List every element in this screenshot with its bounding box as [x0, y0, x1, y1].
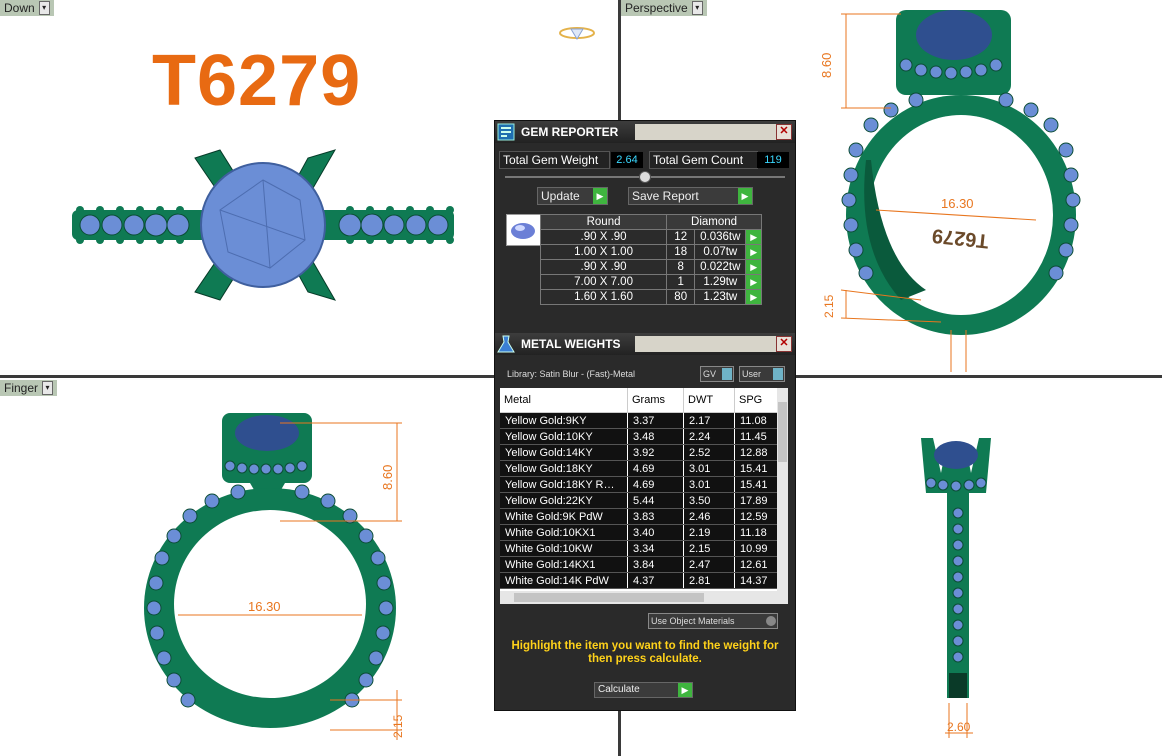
table-row[interactable]: White Gold:14KX1 3.84 2.47 12.61 [500, 556, 778, 573]
play-arrow-icon[interactable]: ▶ [745, 229, 762, 245]
chevron-down-icon[interactable]: ▾ [691, 1, 703, 15]
vertical-scrollbar[interactable] [777, 388, 788, 591]
gem-reporter-title: GEM REPORTER [521, 125, 619, 139]
total-gem-weight-label: Total Gem Weight [499, 151, 610, 169]
save-report-button[interactable]: Save Report ▶ [628, 187, 753, 205]
gem-col-shape: Round [539, 214, 668, 230]
metal-table: Metal Grams DWT SPG Yellow Gold:9KY 3.37 2… [500, 388, 778, 589]
title-grip[interactable] [635, 124, 789, 140]
scrollbar-thumb[interactable] [778, 402, 787, 462]
dim-side-width: 2.60 [947, 720, 971, 734]
total-gem-count-label: Total Gem Count [649, 151, 758, 169]
table-row[interactable]: White Gold:9K PdW 3.83 2.46 12.59 [500, 508, 778, 525]
play-arrow-icon[interactable]: ▶ [593, 188, 607, 204]
flask-icon [495, 333, 517, 355]
dim-perspective-height: 8.60 [819, 53, 834, 78]
gv-toggle[interactable]: GV [700, 366, 734, 382]
dim-front-band: 2.15 [391, 714, 405, 738]
gem-table: Round Diamond .90 X .90 12 0.036tw ▶ 1.00 X… [539, 214, 762, 305]
play-arrow-icon[interactable]: ▶ [745, 259, 762, 275]
library-label: Library: Satin Blur - (Fast)-Metal [507, 369, 636, 379]
table-row[interactable]: 1.60 X 1.60 80 1.23tw ▶ [539, 289, 762, 305]
gem-thumbnail-icon[interactable] [506, 214, 541, 246]
radio-indicator-icon [766, 616, 776, 626]
splitter-knob-icon[interactable] [639, 171, 651, 183]
small-ring-thumbnail-icon [559, 27, 595, 40]
table-row[interactable]: 1.00 X 1.00 18 0.07tw ▶ [539, 244, 762, 260]
table-row[interactable]: White Gold:10KX1 3.40 2.19 11.18 [500, 524, 778, 541]
calculate-button[interactable]: Calculate ▶ [594, 682, 693, 698]
table-row[interactable]: .90 X .90 12 0.036tw ▶ [539, 229, 762, 245]
table-row[interactable]: White Gold:14K PdW 4.37 2.81 14.37 [500, 572, 778, 589]
table-row[interactable]: Yellow Gold:10KY 3.48 2.24 11.45 [500, 428, 778, 445]
table-row[interactable]: Yellow Gold:22KY 5.44 3.50 17.89 [500, 492, 778, 509]
metal-list[interactable]: Metal Grams DWT SPG Yellow Gold:9KY 3.37 2… [500, 388, 788, 604]
viewport-label-top[interactable]: Down ▾ [0, 0, 54, 16]
gem-col-material: Diamond [666, 214, 762, 230]
chevron-down-icon[interactable]: ▾ [38, 1, 50, 15]
hint-text: Highlight the item you want to find the … [511, 640, 779, 665]
chevron-down-icon[interactable]: ▾ [42, 381, 54, 395]
user-toggle[interactable]: User [739, 366, 785, 382]
dim-perspective-band: 2.15 [822, 294, 836, 318]
metal-col-metal[interactable]: Metal [500, 388, 628, 413]
play-arrow-icon[interactable]: ▶ [745, 244, 762, 260]
metal-weights-titlebar[interactable]: METAL WEIGHTS ✕ [495, 333, 795, 355]
metal-col-grams[interactable]: Grams [627, 388, 684, 413]
title-grip[interactable] [635, 336, 789, 352]
metal-col-spg[interactable]: SPG [734, 388, 778, 413]
ring-perspective-view: 8.60 16.30 2.15 T6279 [819, 10, 1081, 372]
table-row[interactable]: Yellow Gold:18KY 4.69 3.01 15.41 [500, 460, 778, 477]
table-row[interactable]: 7.00 X 7.00 1 1.29tw ▶ [539, 274, 762, 290]
dim-front-height: 8.60 [380, 465, 395, 490]
ring-side-view: 2.60 [921, 438, 991, 738]
scrollbar-thumb[interactable] [514, 593, 704, 602]
ring-top-view [72, 149, 454, 301]
dim-front-inner: 16.30 [248, 599, 281, 614]
gem-metal-panel: GEM REPORTER ✕ Total Gem Weight 2.64 Tot… [494, 120, 796, 711]
play-arrow-icon[interactable]: ▶ [745, 274, 762, 290]
viewport-label-perspective[interactable]: Perspective ▾ [621, 0, 707, 16]
toggle-indicator-icon [722, 368, 732, 380]
table-row[interactable]: .90 X .90 8 0.022tw ▶ [539, 259, 762, 275]
ring-front-view: 8.60 16.30 2.15 [144, 413, 405, 740]
table-row[interactable]: Yellow Gold:14KY 3.92 2.52 12.88 [500, 444, 778, 461]
play-arrow-icon[interactable]: ▶ [678, 683, 692, 697]
total-gem-count-value: 119 [757, 152, 789, 168]
total-gem-weight-value: 2.64 [611, 152, 643, 168]
close-icon[interactable]: ✕ [776, 124, 792, 140]
gem-reporter-titlebar[interactable]: GEM REPORTER ✕ [495, 121, 795, 143]
close-icon[interactable]: ✕ [776, 336, 792, 352]
table-row[interactable]: Yellow Gold:9KY 3.37 2.17 11.08 [500, 412, 778, 429]
dim-perspective-inner: 16.30 [941, 196, 974, 211]
play-arrow-icon[interactable]: ▶ [738, 188, 752, 204]
table-row[interactable]: Yellow Gold:18KY R… 4.69 3.01 15.41 [500, 476, 778, 493]
viewport-label-finger[interactable]: Finger ▾ [0, 380, 58, 396]
use-object-materials-toggle[interactable]: Use Object Materials [648, 613, 778, 629]
table-row[interactable]: White Gold:10KW 3.34 2.15 10.99 [500, 540, 778, 557]
horizontal-scrollbar[interactable] [500, 591, 788, 604]
metal-weights-title: METAL WEIGHTS [521, 337, 621, 351]
gem-reporter-icon [495, 121, 517, 143]
model-logo-text: T6279 [152, 41, 362, 121]
metal-col-dwt[interactable]: DWT [683, 388, 735, 413]
play-arrow-icon[interactable]: ▶ [745, 289, 762, 305]
update-button[interactable]: Update ▶ [537, 187, 608, 205]
toggle-indicator-icon [773, 368, 783, 380]
